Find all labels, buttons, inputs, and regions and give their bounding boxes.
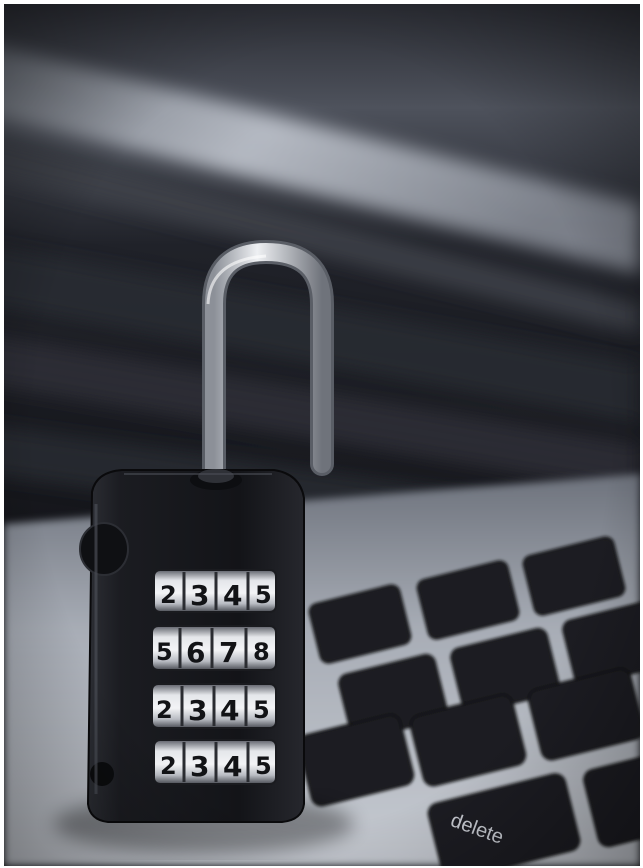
vignette-overlay <box>4 4 640 866</box>
photo-canvas: delete 2 3 4 5 <box>4 4 640 866</box>
photo-scene: delete 2 3 4 5 <box>4 4 640 866</box>
